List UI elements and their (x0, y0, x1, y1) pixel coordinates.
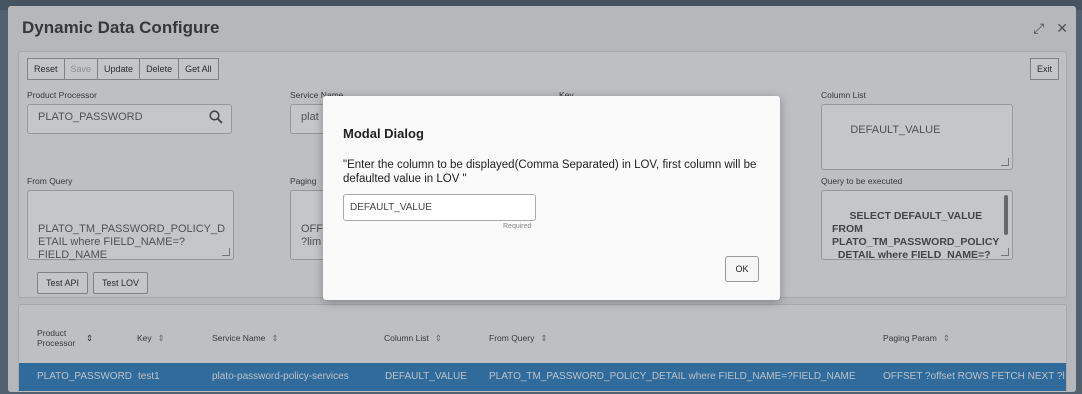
modal-message: "Enter the column to be displayed(Comma … (343, 159, 757, 185)
required-hint: Required (503, 223, 532, 230)
modal-title: Modal Dialog (343, 126, 424, 141)
ok-button[interactable]: OK (725, 256, 759, 282)
modal-dialog: Modal Dialog "Enter the column to be dis… (323, 96, 780, 300)
lov-column-input[interactable]: DEFAULT_VALUE (343, 194, 536, 221)
